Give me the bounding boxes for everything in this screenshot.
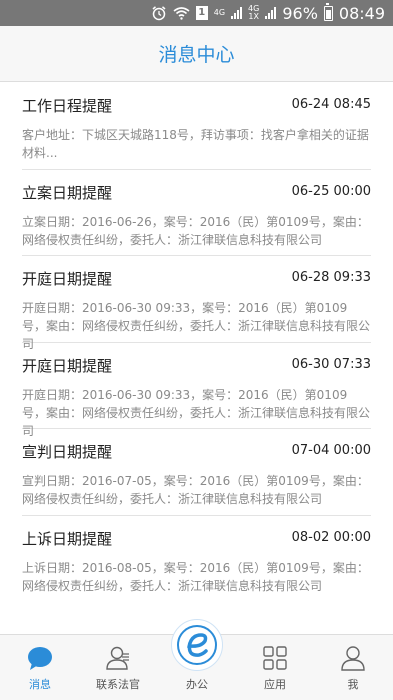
message-description: 立案日期：2016-06-26，案号：2016（民）第0109号，案由：网络侵权…	[22, 214, 369, 247]
tab-apps-label: 应用	[264, 678, 286, 691]
network-type-b: 4G 1X	[248, 5, 259, 21]
message-item[interactable]: 开庭日期提醒 06-28 09:33 开庭日期：2016-06-30 09:33…	[22, 256, 371, 351]
tab-apps[interactable]: 应用	[245, 635, 305, 700]
tab-messages[interactable]: 消息	[10, 635, 70, 700]
message-description: 宣判日期：2016-07-05，案号：2016（民）第0109号，案由：网络侵权…	[22, 474, 369, 506]
message-title: 开庭日期提醒	[22, 356, 113, 375]
page-title: 消息中心	[158, 44, 235, 66]
status-bar: 1 4G 4G 1X 96% 08:49	[0, 0, 393, 26]
message-datetime: 06-25 00:00	[291, 183, 371, 199]
office-e-logo-icon	[177, 625, 217, 665]
sim-slot-icon: 1	[195, 6, 208, 20]
signal-b-icon	[265, 7, 277, 19]
network-type-b-sub: 1X	[248, 12, 259, 21]
message-description: 上诉日期：2016-08-05，案号：2016（民）第0109号，案由：网络侵权…	[22, 560, 369, 593]
wifi-icon	[173, 7, 190, 20]
apps-grid-icon	[263, 646, 287, 670]
alarm-icon	[152, 6, 166, 21]
message-title: 上诉日期提醒	[22, 529, 113, 548]
message-title: 立案日期提醒	[22, 183, 113, 202]
signal-a-icon	[231, 7, 243, 19]
tab-office[interactable]: 办公	[171, 619, 223, 700]
message-description: 客户地址：下城区天城路118号，拜访事项：找客户拿相关的证据材料...	[22, 128, 369, 160]
message-list: 工作日程提醒 06-24 08:45 客户地址：下城区天城路118号，拜访事项：…	[0, 83, 393, 602]
message-datetime: 07-04 00:00	[291, 443, 371, 458]
message-item[interactable]: 宣判日期提醒 07-04 00:00 宣判日期：2016-07-05，案号：20…	[22, 429, 371, 516]
message-datetime: 06-30 07:33	[291, 356, 371, 372]
tab-contact-judge[interactable]: 联系法官	[88, 635, 148, 700]
clock: 08:49	[338, 3, 385, 23]
tab-me-label: 我	[347, 678, 359, 691]
office-logo-bubble	[171, 619, 223, 671]
header-bar: 消息中心	[0, 26, 393, 82]
message-item[interactable]: 立案日期提醒 06-25 00:00 立案日期：2016-06-26，案号：20…	[22, 170, 371, 256]
message-item[interactable]: 开庭日期提醒 06-30 07:33 开庭日期：2016-06-30 09:33…	[22, 343, 371, 438]
tab-office-label: 办公	[186, 678, 208, 691]
chat-bubble-icon	[28, 647, 52, 670]
message-item[interactable]: 上诉日期提醒 08-02 00:00 上诉日期：2016-08-05，案号：20…	[22, 516, 371, 603]
tab-me[interactable]: 我	[323, 635, 383, 700]
battery-icon	[323, 2, 333, 21]
status-icons: 1 4G 4G 1X 96% 08:49	[151, 0, 385, 26]
message-datetime: 06-28 09:33	[291, 270, 371, 285]
message-title: 宣判日期提醒	[22, 443, 113, 461]
message-title: 工作日程提醒	[22, 97, 113, 115]
message-datetime: 06-24 08:45	[291, 97, 371, 112]
user-icon	[341, 646, 365, 671]
message-datetime: 08-02 00:00	[291, 529, 371, 545]
tab-contact-judge-label: 联系法官	[96, 678, 140, 691]
network-type-a: 4G	[213, 8, 226, 17]
bottom-tab-bar: 消息 联系法官 办公 应用 我	[0, 619, 393, 700]
battery-percentage: 96%	[282, 3, 318, 23]
message-title: 开庭日期提醒	[22, 270, 113, 288]
contact-judge-icon	[106, 646, 129, 670]
message-item[interactable]: 工作日程提醒 06-24 08:45 客户地址：下城区天城路118号，拜访事项：…	[22, 83, 371, 170]
tab-messages-label: 消息	[29, 678, 51, 691]
